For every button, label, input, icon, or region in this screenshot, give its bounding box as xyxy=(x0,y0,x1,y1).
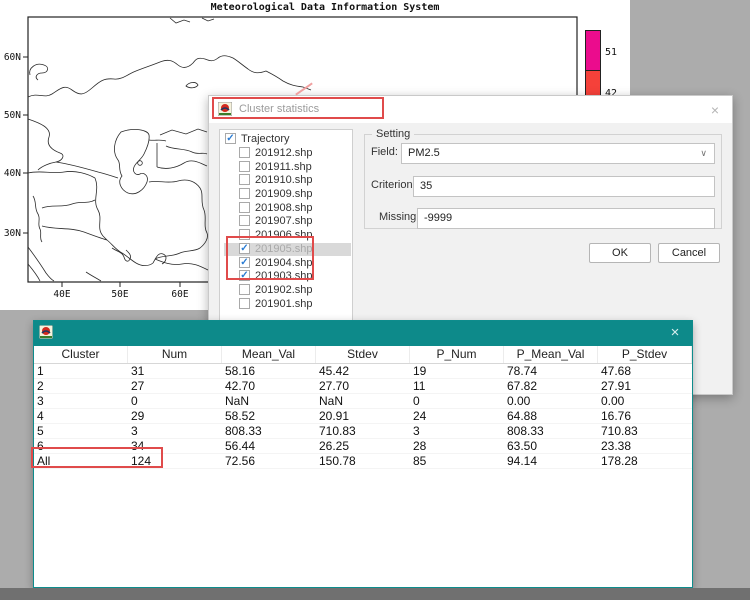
checkbox-icon[interactable] xyxy=(239,174,250,185)
table-header-row: Cluster Num Mean_Val Stdev P_Num P_Mean_… xyxy=(34,346,692,364)
table-row[interactable]: 30NaNNaN00.000.00 xyxy=(34,394,692,409)
lon-label-60e: 60E xyxy=(171,289,188,300)
colorbar-segment-red xyxy=(585,70,601,97)
field-dropdown[interactable]: PM2.5 ∨ xyxy=(401,143,715,164)
lon-label-50e: 50E xyxy=(111,289,128,300)
annotation-box-checked-months xyxy=(226,236,314,280)
missing-input[interactable]: -9999 xyxy=(417,208,715,229)
table-row[interactable]: 22742.7027.701167.8227.91 xyxy=(34,379,692,394)
col-header-stdev[interactable]: Stdev xyxy=(316,346,410,363)
col-header-p-mean-val[interactable]: P_Mean_Val xyxy=(504,346,598,363)
chevron-down-icon: ∨ xyxy=(700,144,707,163)
col-header-p-num[interactable]: P_Num xyxy=(410,346,504,363)
cancel-button[interactable]: Cancel xyxy=(658,243,720,263)
lon-label-40e: 40E xyxy=(53,289,70,300)
lat-label-50n: 50N xyxy=(4,110,21,121)
result-window-titlebar[interactable]: × xyxy=(34,321,692,346)
checkbox-checked-icon[interactable]: ✓ xyxy=(225,133,236,144)
missing-label: Missing: xyxy=(379,211,419,223)
table-row[interactable]: 53808.33710.833808.33710.83 xyxy=(34,424,692,439)
annotation-box-dialog-title xyxy=(212,97,384,119)
annotation-box-all-row xyxy=(31,447,163,468)
lat-label-60n: 60N xyxy=(4,52,21,63)
checkbox-icon[interactable] xyxy=(239,215,250,226)
checkbox-icon[interactable] xyxy=(239,202,250,213)
lat-label-40n: 40N xyxy=(4,168,21,179)
colorbar-segment-magenta xyxy=(585,30,601,70)
col-header-num[interactable]: Num xyxy=(128,346,222,363)
colorbar-label-51: 51 xyxy=(605,47,617,58)
checkbox-icon[interactable] xyxy=(239,298,250,309)
taskbar-strip xyxy=(0,588,750,600)
table-row[interactable]: 42958.5220.912464.8816.76 xyxy=(34,409,692,424)
setting-group-legend: Setting xyxy=(372,128,414,140)
lat-label-30n: 30N xyxy=(4,228,21,239)
checkbox-icon[interactable] xyxy=(239,161,250,172)
col-header-p-stdev[interactable]: P_Stdev xyxy=(598,346,692,363)
table-row[interactable]: 13158.1645.421978.7447.68 xyxy=(34,364,692,379)
checkbox-icon[interactable] xyxy=(239,147,250,158)
checkbox-icon[interactable] xyxy=(239,188,250,199)
setting-group: Setting Field: PM2.5 ∨ Criterion: 35 Mis… xyxy=(364,134,722,229)
col-header-mean-val[interactable]: Mean_Val xyxy=(222,346,316,363)
field-label: Field: xyxy=(371,146,398,158)
ok-button[interactable]: OK xyxy=(589,243,651,263)
dialog-close-icon[interactable]: × xyxy=(706,101,724,119)
checkbox-icon[interactable] xyxy=(239,284,250,295)
app-logo-icon xyxy=(39,325,53,339)
result-close-icon[interactable]: × xyxy=(666,324,684,342)
criterion-input[interactable]: 35 xyxy=(413,176,715,197)
criterion-label: Criterion: xyxy=(371,179,416,191)
col-header-cluster[interactable]: Cluster xyxy=(34,346,128,363)
